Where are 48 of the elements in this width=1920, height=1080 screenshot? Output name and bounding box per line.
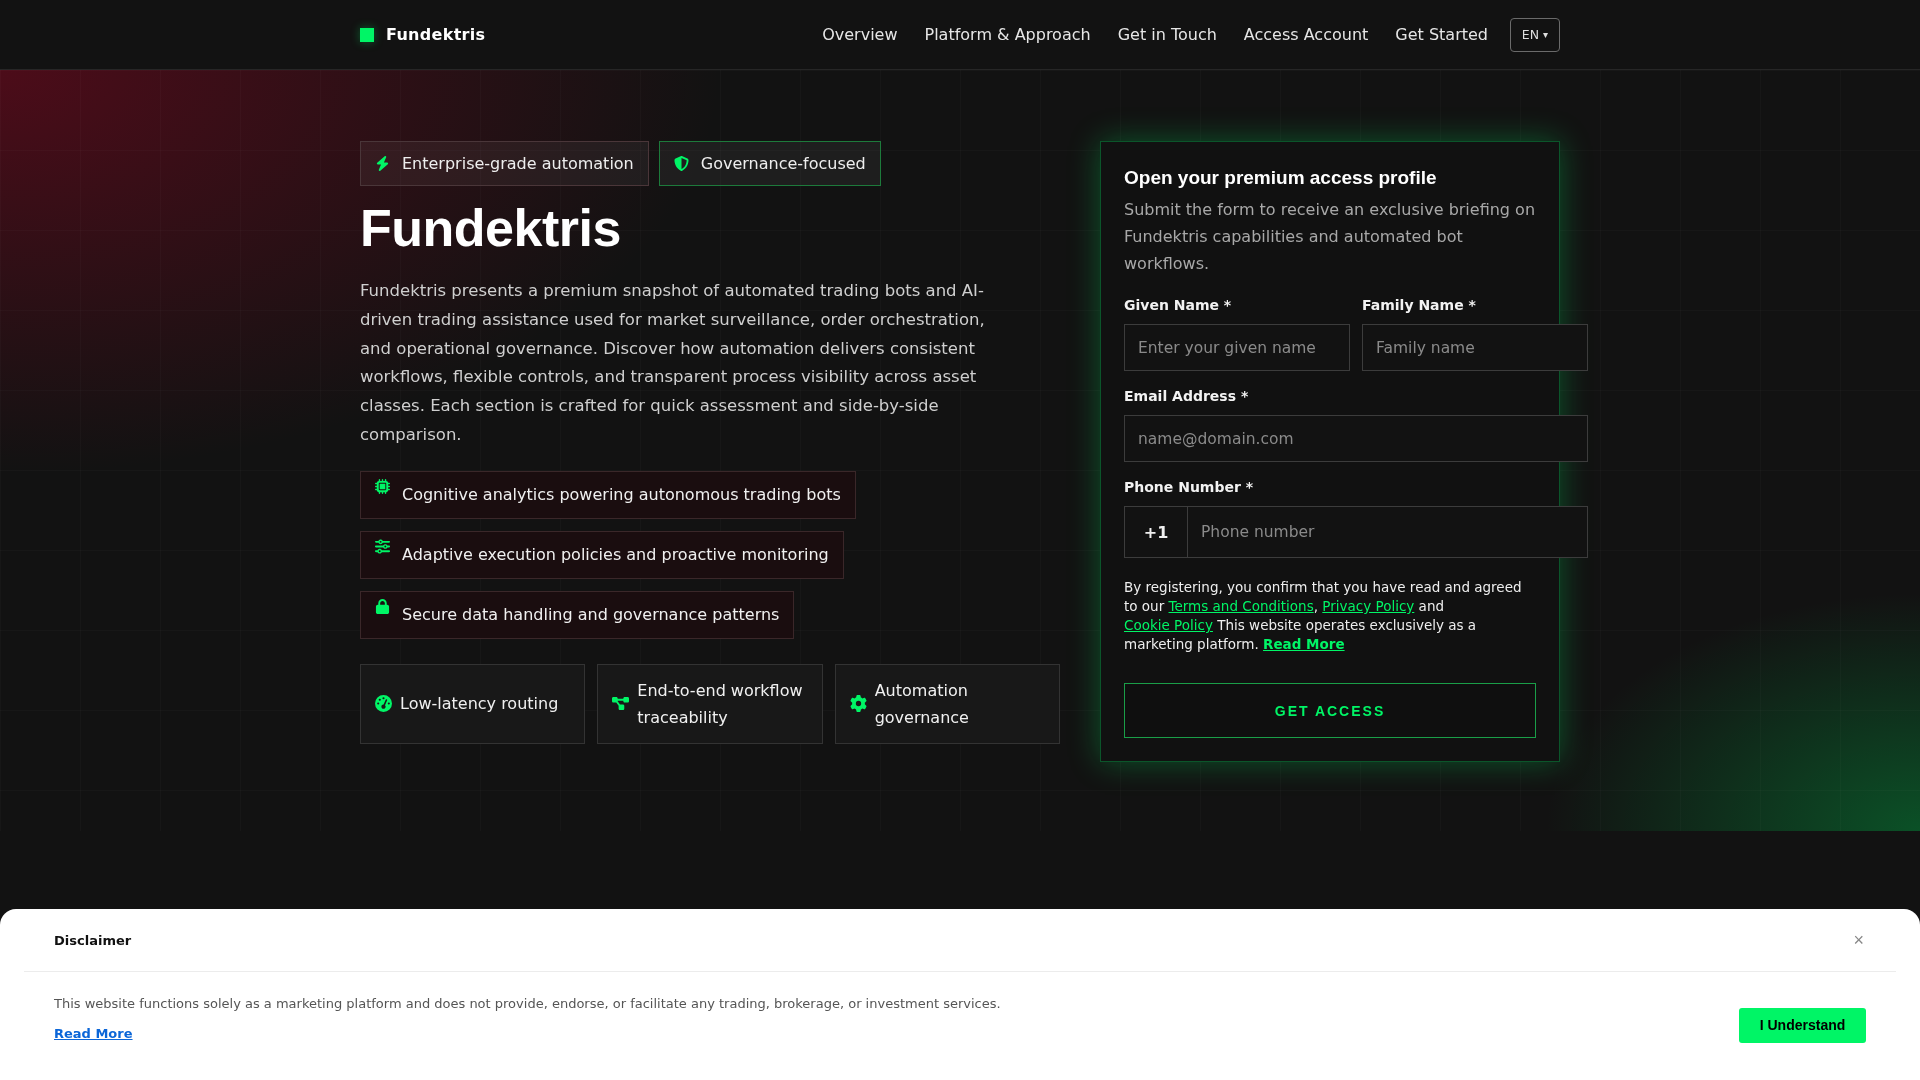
phone-field[interactable]: Phone number (1188, 506, 1588, 558)
card-text: Automation governance (874, 679, 970, 729)
brand-name: Fundektris (386, 25, 486, 44)
badge-label: Enterprise-grade automation (402, 154, 634, 173)
nodes-icon (612, 695, 630, 713)
nav-link[interactable]: Platform & Approach (924, 25, 1091, 44)
form-description: Submit the form to receive an exclusive briefing on Fundektris capabilities and automated bot workflows. (1124, 199, 1536, 275)
nav-link[interactable]: Get Started (1395, 25, 1488, 44)
email-field[interactable]: name@domain.com (1124, 415, 1588, 462)
highlight-text: Adaptive execution policies and proactive monitoring (402, 543, 829, 566)
hero-title: Fundektris (360, 198, 621, 259)
field-label: Family Name * (1362, 296, 1477, 315)
field-label: Email Address * (1124, 387, 1250, 406)
hero-description: Fundektris presents a premium snapshot of automated trading bots and AI-driven trading assistance used for market surveillance, order orchestration, and operational governance. Discover how automation delivers consistent workflows, flexible controls, and transparent process visibility across asset classes. Each section is crafted for quick assessment and side-by-side comparison. (360, 280, 986, 446)
card-text: Low-latency routing (400, 693, 559, 716)
highlight-text: Cognitive analytics powering autonomous trading bots (402, 483, 841, 506)
bolt-icon (375, 156, 390, 171)
lock-icon (375, 598, 390, 614)
highlight-text: Secure data handling and governance patterns (402, 603, 780, 626)
field-label: Given Name * (1124, 296, 1233, 315)
given-name-field[interactable]: Enter your given name (1124, 324, 1350, 371)
sliders-icon (375, 538, 390, 554)
gear-icon (849, 695, 867, 713)
nav-link[interactable]: Overview (822, 25, 898, 44)
field-label: Phone Number * (1124, 478, 1255, 497)
logo-icon (360, 27, 374, 42)
card-text: End-to-end workflow traceability (637, 679, 804, 729)
badge-label: Governance-focused (700, 154, 866, 173)
close-button[interactable]: × (1851, 930, 1866, 950)
disclaimer-text: This website functions solely as a marketing platform and does not provide, endorse, or facilitate any trading, brokerage, or investment services. (54, 995, 1001, 1013)
family-name-field[interactable]: Family name (1362, 324, 1588, 371)
form-title: Open your premium access profile (1124, 166, 1438, 190)
get-access-button[interactable]: GET ACCESS (1124, 683, 1536, 738)
read-more-link[interactable]: Read More (54, 1024, 133, 1044)
policy-link[interactable]: Terms and Conditions (1168, 598, 1314, 614)
policy-link[interactable]: Privacy Policy (1322, 598, 1415, 614)
policy-link[interactable]: Cookie Policy (1124, 617, 1213, 633)
country-code[interactable]: +1 (1124, 506, 1188, 558)
chip-icon (375, 478, 390, 494)
language-button[interactable]: EN ▾ (1510, 17, 1560, 52)
nav-link[interactable]: Access Account (1243, 25, 1369, 44)
shield-icon (673, 156, 689, 171)
gauge-icon (375, 695, 392, 713)
nav-link[interactable]: Get in Touch (1117, 25, 1217, 44)
understand-button[interactable]: I Understand (1739, 1007, 1866, 1043)
read-more-link[interactable]: Read More (1263, 636, 1345, 652)
consent-text: By registering, you confirm that you have read and agreed to our Terms and Conditions, Privacy Policy and Cookie Policy This website operates exclusively as a marketing platform. Read More (1124, 578, 1523, 654)
disclaimer-title: Disclaimer (54, 932, 132, 948)
